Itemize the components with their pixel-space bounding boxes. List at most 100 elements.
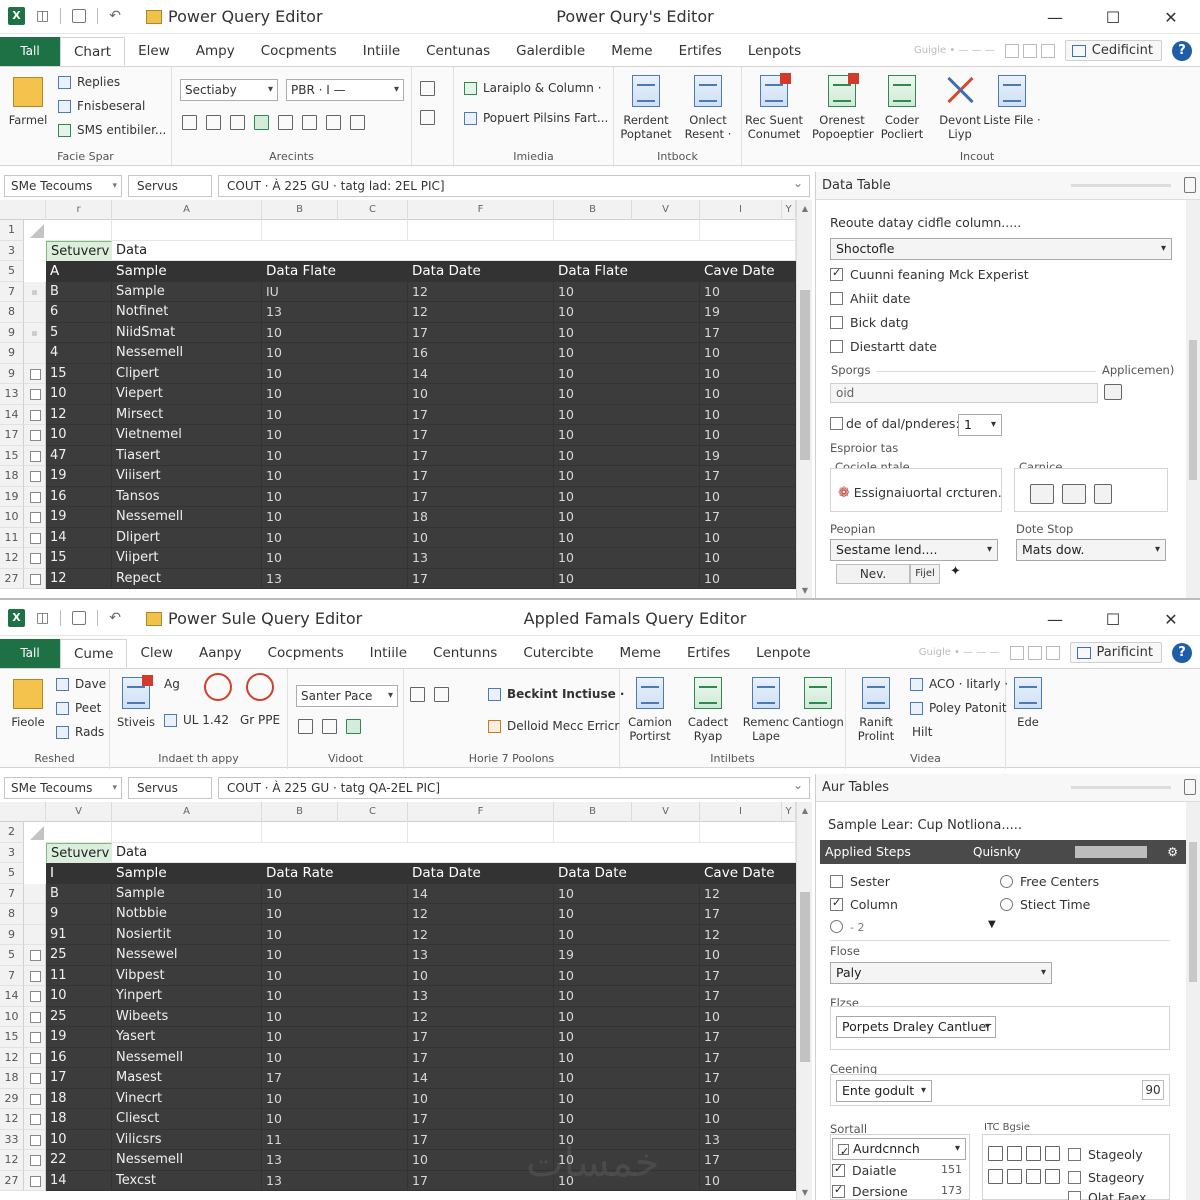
row-expand-icon[interactable] <box>24 486 46 507</box>
table-cell[interactable]: 17 <box>408 1109 554 1130</box>
scroll-thumb[interactable] <box>1189 842 1197 982</box>
table-cell[interactable]: 17 <box>262 1068 408 1089</box>
column-header[interactable]: I <box>700 802 782 822</box>
sort-row[interactable]: Dersione 173 <box>832 1183 966 1199</box>
table-cell[interactable]: Viipert <box>112 548 262 569</box>
checkbox[interactable] <box>1068 1148 1081 1161</box>
function-box[interactable]: Servus <box>128 777 212 799</box>
table-cell[interactable]: Cliesct <box>112 1109 262 1130</box>
ribbon-item[interactable]: SMS entibiler... <box>58 123 166 137</box>
scroll-thumb[interactable] <box>1189 340 1197 480</box>
row-expand-icon[interactable] <box>24 986 46 1007</box>
row-number[interactable]: 10 <box>0 507 24 528</box>
mini-icon[interactable] <box>1040 43 1055 58</box>
row-expand-icon[interactable] <box>24 1006 46 1027</box>
menu-tab-8[interactable]: Meme <box>598 37 665 66</box>
ceening-dropdown[interactable]: Ente godult <box>836 1080 932 1102</box>
column-header[interactable]: C <box>338 200 408 220</box>
ribbon-item[interactable]: Dave <box>56 677 106 691</box>
table-cell[interactable]: Sample <box>112 883 262 904</box>
format-icon[interactable] <box>230 115 245 130</box>
table-cell[interactable]: 18 <box>46 1088 112 1109</box>
close-icon[interactable]: ✕ <box>1142 0 1200 34</box>
flzse-dropdown[interactable]: Porpets Draley Cantluer <box>836 1016 996 1038</box>
table-cell[interactable]: 10 <box>46 425 112 446</box>
ribbon-big-button[interactable]: Devont Liyp <box>930 73 990 141</box>
column-header[interactable]: V <box>46 802 112 822</box>
table-cell[interactable]: 16 <box>408 343 554 364</box>
row-expand-icon[interactable] <box>24 384 46 405</box>
table-cell[interactable]: 10 <box>554 1088 700 1109</box>
ribbon-item[interactable]: Fnisbeseral <box>58 99 145 113</box>
menu-tab-4[interactable]: Cocpments <box>255 639 357 668</box>
steps-slider[interactable] <box>1075 846 1147 858</box>
column-header[interactable]: B <box>262 200 338 220</box>
table-cell[interactable]: 10 <box>262 1047 408 1068</box>
checkbox[interactable] <box>832 1183 845 1198</box>
column-header[interactable]: A <box>112 200 262 220</box>
menu-tab-2[interactable]: Clew <box>127 639 186 668</box>
checkbox[interactable] <box>830 292 843 305</box>
table-cell[interactable]: 18 <box>408 507 554 528</box>
table-cell[interactable]: IU <box>262 281 408 302</box>
table-cell[interactable]: Nosiertit <box>112 924 262 945</box>
menu-tab-6[interactable]: Centunas <box>413 37 503 66</box>
table-cell[interactable]: 10 <box>554 302 700 323</box>
table-cell[interactable]: 10 <box>700 1088 796 1109</box>
table-cell[interactable]: Viepert <box>112 384 262 405</box>
maximize-icon[interactable]: ☐ <box>1084 602 1142 636</box>
table-cell[interactable]: 10 <box>262 924 408 945</box>
grid-cell[interactable] <box>700 220 796 241</box>
table-cell[interactable]: 10 <box>554 445 700 466</box>
grid-cell[interactable] <box>700 822 796 843</box>
menu-tab-6[interactable]: Centunns <box>420 639 510 668</box>
ribbon-item[interactable]: Replies <box>58 75 120 89</box>
table-cell[interactable]: Nessewel <box>112 945 262 966</box>
row-number[interactable]: 3 <box>0 240 24 261</box>
table-cell[interactable]: 10 <box>262 486 408 507</box>
table-cell[interactable]: 10 <box>554 1027 700 1048</box>
format-icon[interactable] <box>182 115 197 130</box>
ribbon-big-button[interactable]: Fieole <box>2 675 54 729</box>
scroll-thumb[interactable] <box>800 892 810 1062</box>
table-cell[interactable]: 10 <box>408 527 554 548</box>
name-box[interactable]: SMe Tecoums <box>4 175 122 197</box>
sort-row[interactable]: Daiatle 151 <box>832 1162 966 1178</box>
table-cell[interactable]: 10 <box>262 1027 408 1048</box>
table-icon[interactable] <box>410 687 425 702</box>
format-icon[interactable] <box>322 719 337 734</box>
table-cell[interactable]: 10 <box>262 883 408 904</box>
table-cell[interactable]: 12 <box>408 904 554 925</box>
row-expand-icon[interactable] <box>24 363 46 384</box>
table-cell[interactable]: 10 <box>700 404 796 425</box>
table-cell[interactable]: 10 <box>262 986 408 1007</box>
function-box[interactable]: Servus <box>128 175 212 197</box>
table-cell[interactable]: 19 <box>700 445 796 466</box>
ribbon-item[interactable]: Rads <box>56 725 104 739</box>
table-cell[interactable]: Notfinet <box>112 302 262 323</box>
row-expand-icon[interactable] <box>24 404 46 425</box>
table-cell[interactable]: 10 <box>700 945 796 966</box>
option-row[interactable]: - 2 <box>830 920 864 934</box>
row-expand-icon[interactable] <box>24 945 46 966</box>
table-cell[interactable]: 17 <box>408 486 554 507</box>
checkbox[interactable] <box>832 1162 845 1177</box>
grid-cell[interactable] <box>46 822 112 843</box>
table-header-cell[interactable]: Data Flate <box>262 261 408 282</box>
table-cell[interactable]: 17 <box>700 1150 796 1171</box>
option-row[interactable]: Column <box>830 896 898 912</box>
row-number[interactable]: 18 <box>0 1068 24 1089</box>
field-button[interactable]: Fijel <box>910 564 940 584</box>
ribbon-item[interactable]: Poley Patonit <box>910 701 1007 715</box>
option-row[interactable]: Free Centers <box>1000 874 1099 889</box>
ribbon-item[interactable]: Popuert Pilsins Fart... <box>464 111 608 125</box>
table-cell[interactable]: Vinecrt <box>112 1088 262 1109</box>
row-number[interactable]: 9 <box>0 322 24 343</box>
row-number[interactable]: 8 <box>0 904 24 925</box>
brush-icon[interactable] <box>326 115 341 130</box>
check-icon[interactable] <box>1007 1169 1022 1184</box>
row-number[interactable]: 9 <box>0 343 24 364</box>
column-header[interactable]: I <box>700 200 782 220</box>
table-cell[interactable]: 10 <box>554 1109 700 1130</box>
scroll-down-icon[interactable]: ▼ <box>797 584 812 598</box>
